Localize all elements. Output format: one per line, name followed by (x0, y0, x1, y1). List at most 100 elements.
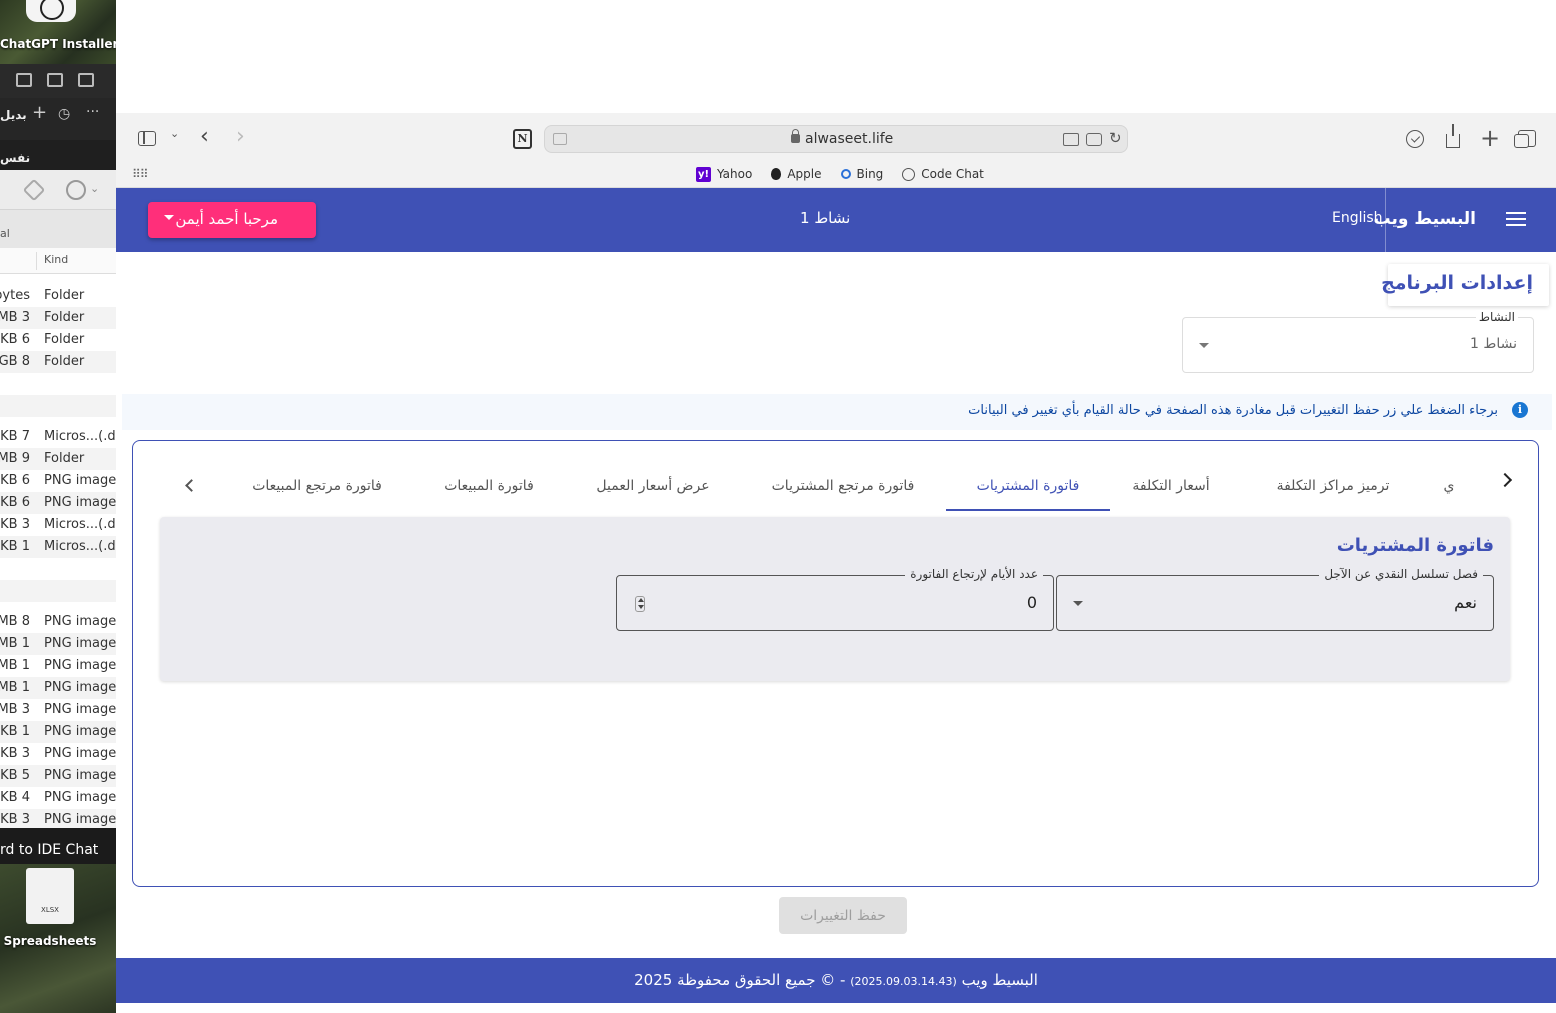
number-spinner-icon[interactable] (635, 596, 645, 612)
chatgpt-installer-icon[interactable] (26, 0, 76, 22)
tab-cost-prices[interactable]: أسعار التكلفة (1110, 465, 1232, 511)
language-switch-link[interactable]: English (1332, 210, 1383, 226)
back-arrow-icon[interactable]: ‹ (200, 124, 209, 149)
chevron-left-icon[interactable] (185, 479, 198, 492)
finder-row[interactable]: 1 MB PNG image (0, 677, 116, 699)
finder-row[interactable]: 7 KB Micros...(.do (0, 426, 116, 448)
footer-version: (2025.09.03.14.43) (850, 975, 957, 988)
finder-row[interactable]: 3 MB PNG image (0, 699, 116, 721)
finder-section-header: al (0, 210, 116, 248)
plus-icon[interactable]: + (32, 102, 47, 123)
new-tab-icon[interactable]: + (1480, 124, 1500, 152)
finder-row[interactable]: bytes Folder (0, 285, 116, 307)
tab-sales-invoice[interactable]: فاتورة المبيعات (424, 465, 554, 511)
dropdown-arrow-icon[interactable] (1199, 343, 1209, 348)
finder-row[interactable] (0, 395, 116, 417)
bookmark-code-chat[interactable]: Code Chat (902, 165, 984, 183)
app-header: البسيط ويب English نشاط 1 مرحبا أحمد أيم… (116, 188, 1556, 252)
finder-row[interactable]: 6 KB Folder (0, 329, 116, 351)
sidebar-left-icon[interactable] (16, 73, 32, 87)
column-divider (36, 252, 37, 270)
finder-row[interactable]: 1 MB PNG image (0, 655, 116, 677)
finder-row[interactable]: 1 KB PNG image (0, 721, 116, 743)
spreadsheet-file-label[interactable]: Spreadsheets (0, 934, 100, 948)
dropdown-arrow-icon[interactable] (1073, 601, 1083, 606)
finder-row[interactable] (0, 580, 116, 602)
column-kind-header[interactable]: Kind (44, 253, 68, 266)
share-icon[interactable] (1446, 124, 1460, 148)
tab-purchase-return-invoice[interactable]: فاتورة مرتجع المشتريات (748, 465, 938, 511)
tab-sales-return-invoice[interactable]: فاتورة مرتجع المبيعات (232, 465, 402, 511)
tab-label: فاتورة المبيعات (444, 478, 534, 494)
footer-brand: البسيط ويب (961, 971, 1038, 989)
tag-icon[interactable] (22, 178, 46, 202)
finder-status-text: rd to IDE Chat (0, 842, 99, 858)
action-menu-icon[interactable] (66, 180, 86, 200)
file-size: 5 KB (0, 768, 30, 783)
finder-row[interactable]: 5 KB PNG image (0, 765, 116, 787)
file-kind: Folder (44, 451, 85, 466)
finder-row[interactable] (0, 558, 116, 580)
tab-label: ترميز مراكز التكلفة (1276, 478, 1390, 494)
panel-title: فاتورة المشتريات (1336, 535, 1494, 556)
hamburger-menu-icon[interactable] (1506, 212, 1526, 226)
bookmark-bing[interactable]: Bing (840, 165, 884, 183)
brand-title[interactable]: البسيط ويب (1374, 209, 1476, 229)
notion-extension-icon[interactable]: N (513, 129, 532, 149)
user-menu-button[interactable]: مرحبا أحمد أيمن (148, 202, 316, 238)
settings-tabs-card: ي ترميز مراكز التكلفة أسعار التكلفة فاتو… (132, 440, 1539, 887)
finder-row[interactable]: 6 KB PNG image (0, 492, 116, 514)
finder-row[interactable]: 1 MB PNG image (0, 633, 116, 655)
grid-icon[interactable]: ⠿⠿ (132, 167, 149, 181)
chatgpt-installer-label[interactable]: ChatGPT Installer (0, 37, 116, 51)
finder-row[interactable]: 1 KB Micros...(.do (0, 536, 116, 558)
finder-row[interactable]: 6 KB PNG image (0, 470, 116, 492)
chevron-down-icon[interactable]: ⌄ (170, 127, 179, 140)
spreadsheet-file-icon[interactable]: XLSX (26, 868, 74, 924)
save-changes-button[interactable]: حفظ التغييرات (779, 897, 907, 934)
file-kind: PNG image (44, 473, 116, 488)
chevron-down-icon[interactable]: ⌄ (90, 182, 99, 195)
finder-toolbar-text: بديل (0, 108, 27, 122)
bookmark-label: Bing (856, 167, 884, 181)
address-bar[interactable]: alwaseet.life ↻ (544, 125, 1128, 153)
reload-icon[interactable]: ↻ (1109, 129, 1122, 147)
return-days-value[interactable]: 0 (1027, 593, 1037, 612)
file-kind: PNG image (44, 724, 116, 739)
panel-bottom-icon[interactable] (47, 73, 63, 87)
tab-overview-small-icon[interactable] (1086, 133, 1102, 146)
url-text[interactable]: alwaseet.life (805, 131, 893, 147)
more-icon[interactable]: ··· (86, 104, 99, 120)
return-days-input[interactable]: عدد الأيام لإرتجاع الفاتورة 0 (616, 567, 1054, 631)
bookmark-apple[interactable]: Apple (771, 165, 822, 183)
desktop-wallpaper-top: ChatGPT Installer (0, 0, 116, 64)
history-icon[interactable]: ◷ (58, 106, 70, 122)
sidebar-right-icon[interactable] (78, 73, 94, 87)
return-days-label: عدد الأيام لإرتجاع الفاتورة (905, 567, 1043, 581)
finder-subheader: نفس (0, 140, 116, 170)
finder-row[interactable]: 3 MB Folder (0, 307, 116, 329)
forward-arrow-icon[interactable]: › (236, 124, 245, 149)
cash-sequence-select[interactable]: فصل تسلسل النقدي عن الآجل نعم (1056, 567, 1494, 631)
tab-overview-icon[interactable] (1514, 130, 1536, 148)
tab-purchase-invoice[interactable]: فاتورة المشتريات (946, 465, 1110, 511)
finder-row[interactable]: 9 MB Folder (0, 448, 116, 470)
file-size: 3 MB (0, 310, 30, 325)
bookmark-yahoo[interactable]: y! Yahoo (696, 165, 752, 183)
finder-row[interactable]: 4 KB PNG image (0, 787, 116, 809)
download-icon[interactable] (1406, 130, 1424, 148)
finder-row[interactable] (0, 373, 116, 395)
tab-customer-quote[interactable]: عرض أسعار العميل (578, 465, 728, 511)
finder-row[interactable]: 3 KB PNG image (0, 743, 116, 765)
finder-row[interactable]: 3 KB Micros...(.do (0, 514, 116, 536)
activity-select[interactable]: النشاط نشاط 1 (1182, 310, 1534, 373)
tab-truncated[interactable]: ي (1434, 465, 1464, 511)
reader-icon[interactable] (553, 133, 567, 145)
finder-row[interactable]: 8 MB PNG image (0, 611, 116, 633)
sidebar-toggle-icon[interactable] (138, 131, 156, 146)
finder-section-label: al (0, 227, 10, 240)
chevron-right-icon[interactable] (1497, 472, 1513, 488)
translate-icon[interactable] (1063, 133, 1079, 146)
finder-row[interactable]: 8 GB Folder (0, 351, 116, 373)
tab-cost-center-coding[interactable]: ترميز مراكز التكلفة (1258, 465, 1408, 511)
